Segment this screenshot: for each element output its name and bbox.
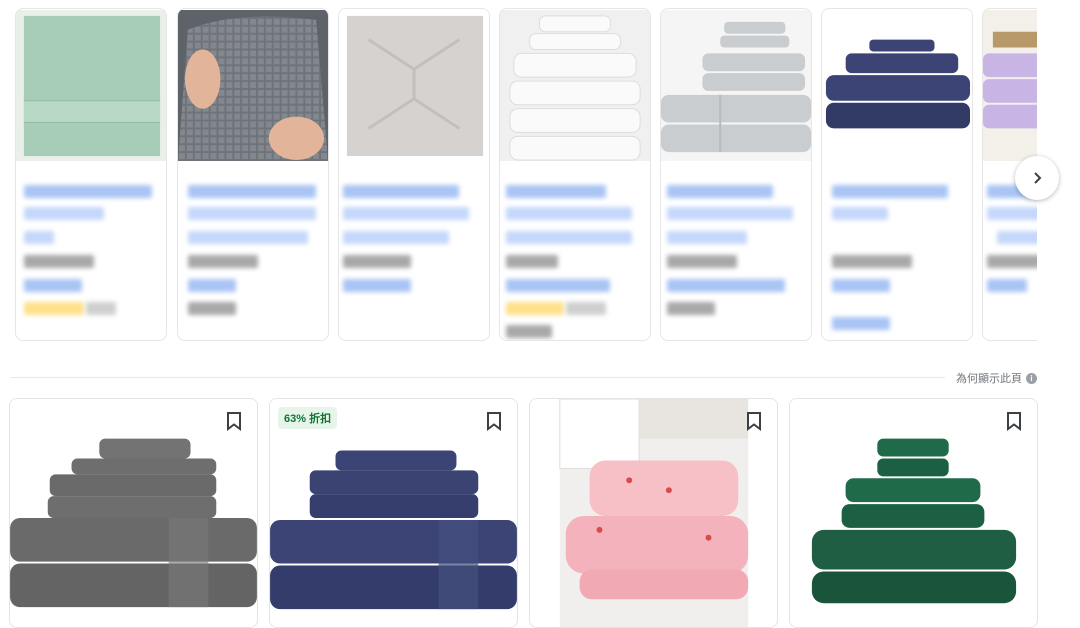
bookmark-button[interactable]: [225, 411, 243, 431]
product-image[interactable]: [530, 399, 777, 627]
carousel-card[interactable]: [15, 8, 167, 341]
product-image[interactable]: [270, 399, 517, 627]
why-this-ad-label[interactable]: 為何顯示此頁: [956, 370, 1022, 386]
discount-badge: 63% 折扣: [278, 407, 338, 429]
bookmark-icon: [227, 412, 241, 431]
product-image[interactable]: [178, 9, 328, 162]
bookmark-icon: [1007, 412, 1021, 431]
chevron-right-icon: [1034, 172, 1042, 184]
bookmark-button[interactable]: [485, 411, 503, 431]
carousel-next-button[interactable]: [1015, 156, 1059, 200]
product-card[interactable]: [529, 398, 778, 628]
product-card[interactable]: [9, 398, 258, 628]
carousel-card[interactable]: [338, 8, 490, 341]
product-card[interactable]: [789, 398, 1038, 628]
product-image[interactable]: [822, 9, 972, 162]
product-image[interactable]: [500, 9, 650, 162]
product-card[interactable]: 63% 折扣: [269, 398, 518, 628]
carousel-card[interactable]: [660, 8, 812, 341]
why-this-ad[interactable]: 為何顯示此頁 i: [956, 370, 1037, 386]
section-divider: [10, 377, 945, 378]
product-image[interactable]: [661, 9, 811, 162]
carousel-card[interactable]: [177, 8, 329, 341]
carousel-card[interactable]: [821, 8, 973, 341]
bookmark-button[interactable]: [745, 411, 763, 431]
carousel-card[interactable]: [499, 8, 651, 341]
product-image[interactable]: [790, 399, 1037, 627]
product-image[interactable]: [983, 9, 1037, 162]
bookmark-icon: [487, 412, 501, 431]
product-carousel: [0, 0, 1037, 350]
bookmark-icon: [747, 412, 761, 431]
product-image[interactable]: [339, 9, 489, 162]
product-image[interactable]: [16, 9, 166, 162]
bookmark-button[interactable]: [1005, 411, 1023, 431]
info-icon[interactable]: i: [1026, 372, 1037, 384]
product-image[interactable]: [10, 399, 257, 627]
